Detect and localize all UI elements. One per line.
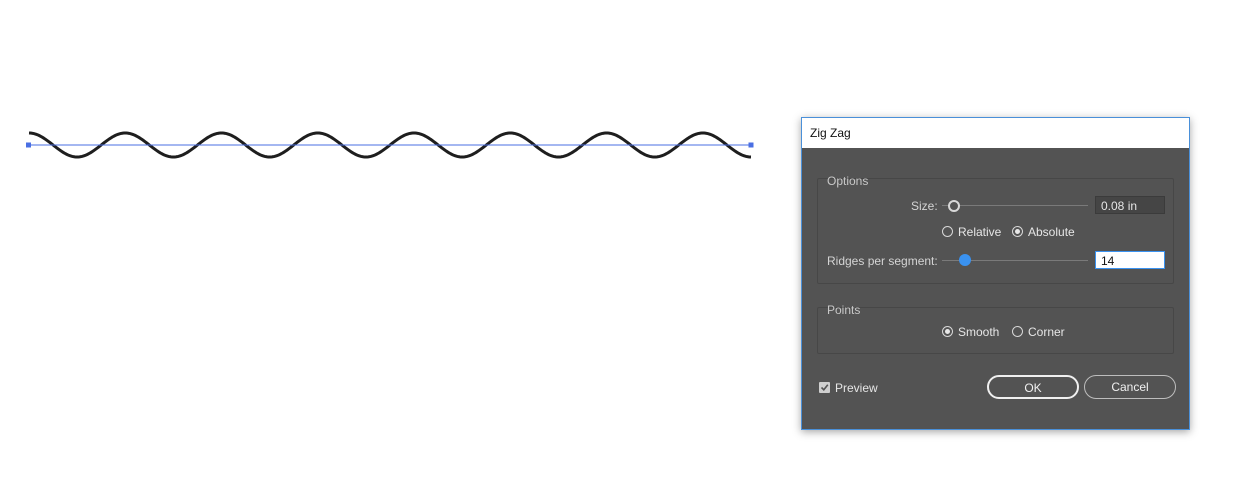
anchor-point-left[interactable]	[26, 142, 31, 148]
smooth-radio-label[interactable]: Smooth	[958, 325, 999, 339]
size-label: Size:	[911, 199, 938, 213]
ridges-per-segment-label: Ridges per segment:	[827, 254, 938, 268]
points-group-label: Points	[827, 303, 861, 317]
preview-checkbox[interactable]	[819, 382, 830, 393]
preview-label[interactable]: Preview	[835, 381, 878, 395]
size-slider-track[interactable]	[942, 205, 1088, 206]
absolute-radio-label[interactable]: Absolute	[1028, 225, 1075, 239]
points-group: Points Smooth Corner	[817, 303, 1174, 354]
size-input[interactable]: 0.08 in	[1095, 196, 1165, 214]
absolute-radio[interactable]	[1012, 226, 1023, 237]
options-group: Options Size: 0.08 in Relative Absolute …	[817, 174, 1174, 284]
cancel-button[interactable]: Cancel	[1084, 375, 1176, 399]
dialog-title: Zig Zag	[802, 118, 1189, 148]
ok-button[interactable]: OK	[987, 375, 1079, 399]
ridges-slider-knob[interactable]	[959, 254, 971, 266]
checkmark-icon	[820, 384, 829, 391]
zig-zag-dialog: Zig Zag Options Size: 0.08 in Relative A…	[801, 117, 1190, 430]
relative-radio[interactable]	[942, 226, 953, 237]
relative-radio-label[interactable]: Relative	[958, 225, 1001, 239]
corner-radio[interactable]	[1012, 326, 1023, 337]
corner-radio-label[interactable]: Corner	[1028, 325, 1065, 339]
anchor-point-right[interactable]	[748, 142, 754, 148]
ridges-input[interactable]: 14	[1095, 251, 1165, 269]
zigzag-wave-artwork[interactable]	[0, 0, 790, 200]
size-slider-knob[interactable]	[948, 200, 960, 212]
options-group-label: Options	[827, 174, 869, 188]
smooth-radio[interactable]	[942, 326, 953, 337]
